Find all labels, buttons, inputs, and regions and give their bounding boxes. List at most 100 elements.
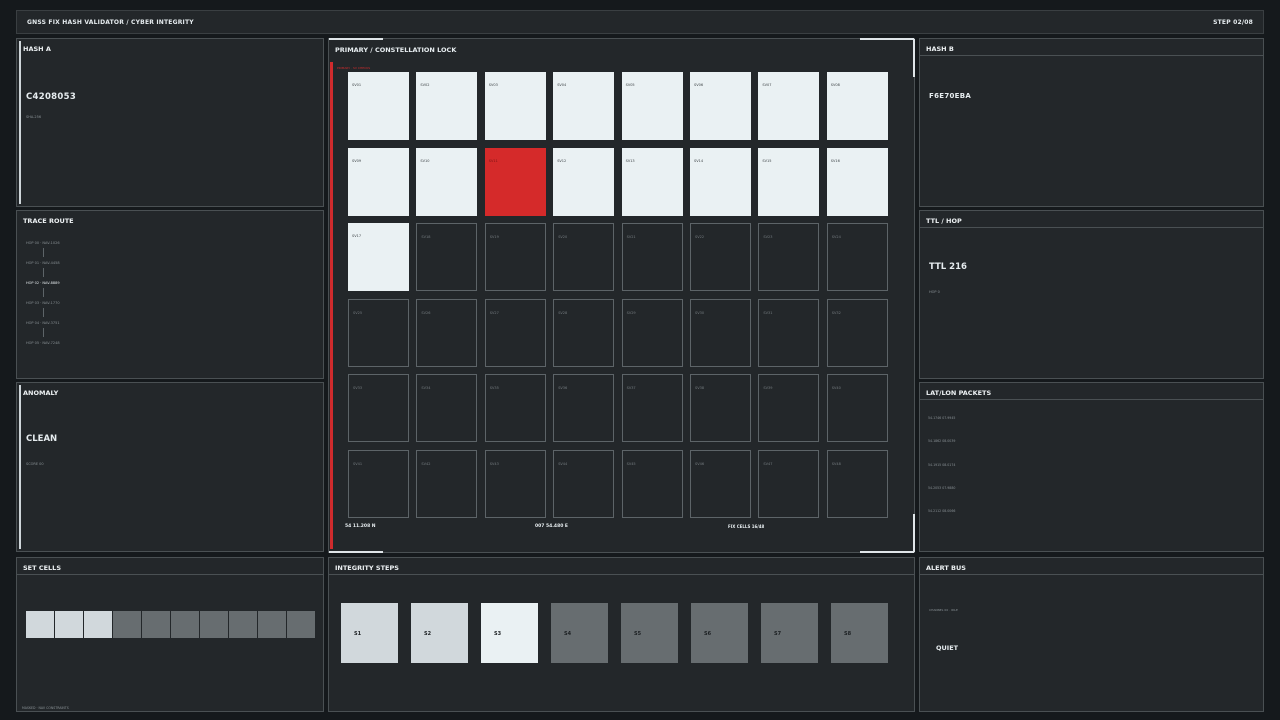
satellite-cell[interactable]: SV09	[348, 147, 409, 216]
satellite-cell[interactable]: SV42	[416, 450, 478, 518]
satellite-cell[interactable]: SV34	[416, 374, 478, 443]
satellite-id: SV28	[558, 310, 568, 315]
satellite-cell[interactable]: SV40	[826, 374, 888, 443]
set-cell	[84, 611, 112, 638]
integrity-step[interactable]: S1	[341, 603, 398, 663]
satellite-cell[interactable]: SV21	[621, 223, 683, 292]
packet-item: 54.1915 08.0174	[928, 462, 956, 467]
satellite-id: SV47	[763, 462, 773, 466]
satellite-id: SV09	[352, 158, 362, 163]
panel-title: SET CELLS	[17, 558, 323, 575]
satellite-cell[interactable]: SV06	[690, 72, 751, 140]
satellite-cell[interactable]: SV37	[621, 374, 683, 443]
integrity-step[interactable]: S6	[691, 603, 748, 663]
alert-bus-panel: ALERT BUS CHANNEL 00 · IDLE QUIET	[919, 557, 1264, 712]
trace-hop: HOP 00 · NAV-1026	[26, 241, 60, 245]
integrity-step[interactable]: S5	[621, 603, 678, 663]
hash-a-panel: HASH A C4208053 SHA-256	[16, 38, 324, 207]
satellite-cell[interactable]: SV23	[758, 223, 820, 292]
satellite-id: SV45	[626, 462, 636, 466]
satellite-cell[interactable]: SV08	[826, 72, 888, 140]
trace-hop-connector	[43, 248, 44, 257]
packet-item: 54.2112 08.0066	[928, 509, 956, 514]
integrity-step-label: S5	[634, 631, 642, 637]
satellite-cell[interactable]: SV04	[553, 72, 615, 140]
satellite-id: SV42	[421, 462, 431, 466]
integrity-step-label: S3	[494, 631, 502, 637]
satellite-cell[interactable]: SV24	[826, 223, 888, 292]
satellite-id: SV06	[694, 83, 704, 87]
trace-route-panel: TRACE ROUTE HOP 00 · NAV-1026 HOP 01 · NA…	[16, 210, 324, 379]
satellite-cell[interactable]: SV16	[826, 147, 888, 216]
satellite-cell[interactable]: SV07	[758, 72, 820, 140]
satellite-cell[interactable]: SV35	[484, 374, 546, 443]
satellite-cell[interactable]: SV31	[758, 298, 820, 367]
satellite-cell[interactable]: SV43	[484, 450, 546, 518]
integrity-step[interactable]: S2	[411, 603, 468, 663]
satellite-id: SV01	[352, 83, 362, 87]
satellite-cell[interactable]: SV14	[690, 147, 751, 216]
satellite-cell[interactable]: SV12	[553, 147, 615, 216]
satellite-cell[interactable]: SV11	[484, 147, 546, 216]
integrity-step-label: S1	[354, 631, 362, 637]
satellite-cell[interactable]: SV33	[348, 374, 409, 443]
satellite-cell[interactable]: SV19	[484, 223, 546, 292]
trace-hop-connector	[43, 288, 44, 297]
satellite-cell[interactable]: SV25	[348, 298, 409, 367]
integrity-steps-panel: INTEGRITY STEPS S1 S2 S3 S4 S5 S6 S7 S8	[328, 557, 915, 712]
satellite-cell[interactable]: SV41	[348, 450, 409, 518]
integrity-step-label: S4	[564, 631, 572, 637]
anomaly-panel: ANOMALY CLEAN SCORE 00	[16, 382, 324, 552]
satellite-cell[interactable]: SV29	[621, 298, 683, 367]
integrity-step[interactable]: S4	[551, 603, 608, 663]
satellite-cell[interactable]: SV27	[484, 298, 546, 367]
satellite-id: SV10	[420, 158, 430, 163]
panel-title: HASH B	[920, 39, 1263, 56]
satellite-cell[interactable]: SV10	[416, 147, 478, 216]
satellite-cell[interactable]: SV05	[621, 72, 683, 140]
set-cell	[26, 611, 54, 638]
satellite-cell[interactable]: SV15	[758, 147, 820, 216]
satellite-id: SV33	[353, 386, 363, 391]
satellite-id: SV30	[695, 310, 705, 315]
trace-hop: HOP 04 · NAV-3751	[26, 321, 60, 325]
satellite-cell[interactable]: SV18	[416, 223, 478, 292]
set-cell	[258, 611, 286, 638]
satellite-cell[interactable]: SV45	[621, 450, 683, 518]
satellite-cell[interactable]: SV30	[690, 298, 751, 367]
constellation-panel: PRIMARY / CONSTELLATION LOCK PRIMARY · S…	[328, 38, 915, 553]
satellite-cell[interactable]: SV22	[690, 223, 751, 292]
trace-hop: HOP 01 · NAV-4458	[26, 261, 60, 265]
satellite-cell[interactable]: SV13	[621, 147, 683, 216]
app-title: GNSS FIX HASH VALIDATOR / CYBER INTEGRIT…	[27, 18, 194, 26]
satellite-cell[interactable]: SV47	[758, 450, 820, 518]
satellite-cell[interactable]: SV36	[553, 374, 615, 443]
satellite-id: SV35	[489, 386, 499, 391]
integrity-step[interactable]: S7	[761, 603, 818, 663]
satellite-id: SV15	[762, 158, 772, 163]
satellite-cell[interactable]: SV20	[553, 223, 615, 292]
satellite-cell[interactable]: SV02	[416, 72, 478, 140]
satellite-cell[interactable]: SV39	[758, 374, 820, 443]
trace-hop-connector	[43, 308, 44, 317]
integrity-step[interactable]: S3	[481, 603, 538, 663]
satellite-cell[interactable]: SV44	[553, 450, 615, 518]
satellite-cell[interactable]: SV28	[553, 298, 615, 367]
corner-bracket	[329, 551, 383, 553]
satellite-cell[interactable]: SV03	[484, 72, 546, 140]
alert-status: QUIET	[936, 644, 959, 652]
integrity-step[interactable]: S8	[831, 603, 888, 663]
satellite-id: SV27	[489, 310, 499, 315]
satellite-cell[interactable]: SV32	[826, 298, 888, 367]
satellite-cell[interactable]: SV17	[348, 223, 409, 292]
satellite-cell[interactable]: SV01	[348, 72, 409, 140]
alert-channel-note: CHANNEL 00 · IDLE	[929, 608, 958, 612]
packet-item: 54.1746 07.9945	[928, 416, 956, 420]
satellite-cell[interactable]: SV26	[416, 298, 478, 367]
satellite-cell[interactable]: SV46	[690, 450, 751, 518]
satellite-cell[interactable]: SV38	[690, 374, 751, 443]
set-cell	[287, 611, 315, 638]
corner-bracket	[860, 551, 914, 553]
panel-title: TRACE ROUTE	[23, 217, 74, 225]
satellite-cell[interactable]: SV48	[826, 450, 888, 518]
